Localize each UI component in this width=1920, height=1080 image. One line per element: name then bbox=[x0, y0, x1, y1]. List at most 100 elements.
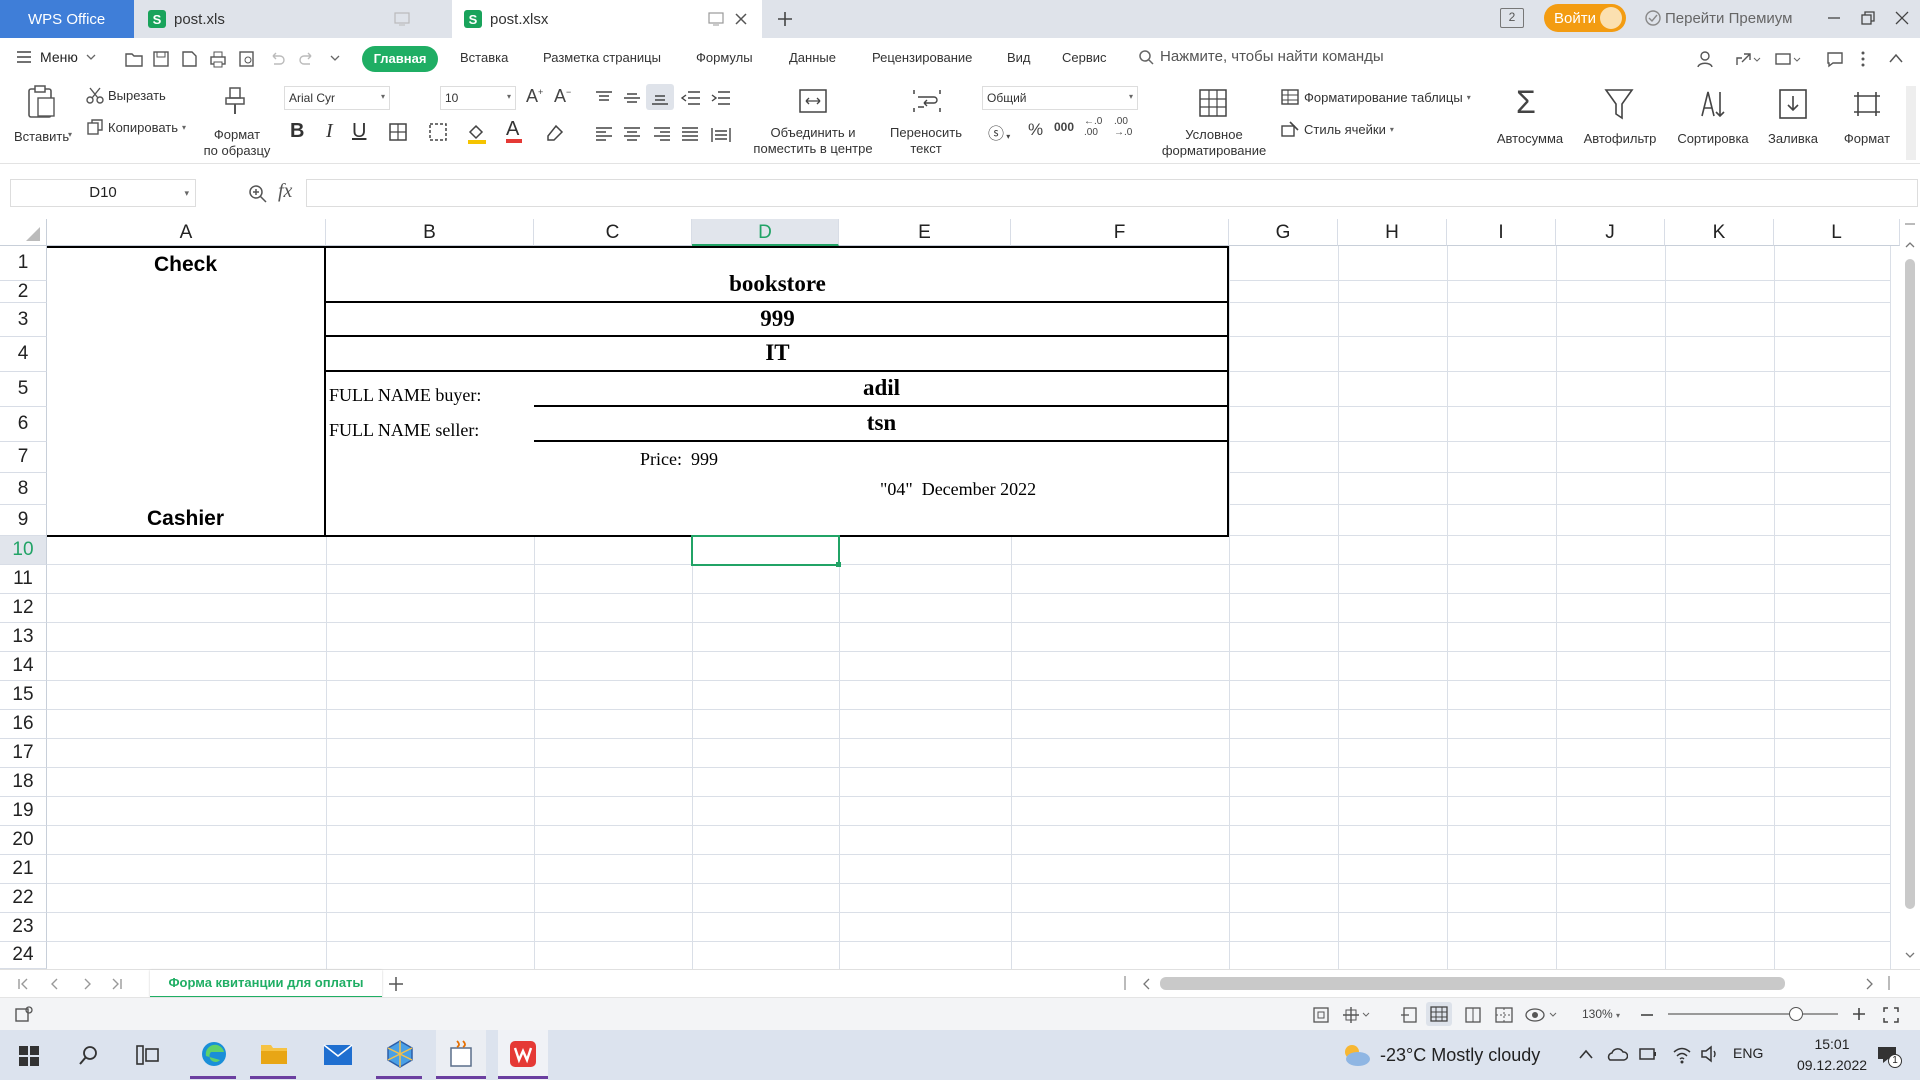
column-header-j[interactable]: J bbox=[1556, 219, 1665, 246]
tab-wps-office[interactable]: WPS Office bbox=[0, 0, 134, 38]
row-header-24[interactable]: 24 bbox=[0, 942, 47, 969]
cell-b3-number[interactable]: 999 bbox=[326, 306, 1229, 332]
close-window-icon[interactable] bbox=[1894, 10, 1910, 26]
borders-icon[interactable] bbox=[388, 122, 410, 142]
column-header-g[interactable]: G bbox=[1229, 219, 1338, 246]
freeze-icon[interactable] bbox=[1342, 1006, 1370, 1024]
column-header-a[interactable]: A bbox=[47, 219, 326, 246]
tab-formulas[interactable]: Формулы bbox=[696, 50, 753, 65]
window-icon[interactable] bbox=[708, 12, 724, 26]
tab-home[interactable]: Главная bbox=[362, 46, 438, 72]
copy-button[interactable]: Копировать ▾ bbox=[86, 118, 186, 136]
app-cube[interactable] bbox=[376, 1030, 422, 1080]
wrap-text-button[interactable]: Переносить текст bbox=[884, 84, 968, 160]
vertical-scroll-thumb[interactable] bbox=[1905, 259, 1915, 909]
distributed-align-icon[interactable] bbox=[710, 126, 732, 144]
cell-price[interactable]: Price: 999 bbox=[640, 449, 718, 470]
restore-icon[interactable] bbox=[1860, 10, 1876, 26]
print-icon[interactable] bbox=[208, 50, 228, 68]
command-search[interactable]: Нажмите, чтобы найти команды bbox=[1138, 48, 1384, 65]
formula-input[interactable] bbox=[306, 179, 1918, 207]
clock[interactable]: 15:01 09.12.2022 bbox=[1794, 1034, 1870, 1076]
cell-b6-seller-label[interactable]: FULL NAME seller: bbox=[329, 420, 479, 441]
format-button[interactable]: Формат bbox=[1834, 84, 1900, 160]
onedrive-icon[interactable] bbox=[1606, 1045, 1628, 1063]
scroll-right-icon[interactable] bbox=[1864, 978, 1874, 990]
select-all-corner[interactable] bbox=[0, 219, 47, 246]
cell-c5-buyer-value[interactable]: adil bbox=[534, 375, 1229, 401]
cell-b5-buyer-label[interactable]: FULL NAME buyer: bbox=[329, 385, 481, 406]
row-header-7[interactable]: 7 bbox=[0, 442, 47, 473]
tab-review[interactable]: Рецензирование bbox=[872, 50, 972, 65]
indent-decrease-icon[interactable] bbox=[680, 90, 702, 106]
increase-decimal-icon[interactable]: ←.0.00 bbox=[1084, 116, 1102, 138]
horizontal-scroll-thumb[interactable] bbox=[1160, 977, 1785, 990]
close-tab-icon[interactable] bbox=[734, 12, 748, 26]
zoom-in-icon[interactable] bbox=[1852, 1007, 1866, 1021]
task-view-icon[interactable] bbox=[136, 1044, 160, 1066]
row-header-20[interactable]: 20 bbox=[0, 826, 47, 855]
bold-icon[interactable]: B bbox=[290, 120, 304, 143]
cell-a1-check[interactable]: Check bbox=[47, 253, 324, 277]
row-header-14[interactable]: 14 bbox=[0, 652, 47, 681]
language-indicator[interactable]: ENG bbox=[1733, 1045, 1763, 1061]
row-header-4[interactable]: 4 bbox=[0, 337, 47, 372]
sheet-tab-active[interactable]: Форма квитанции для оплаты bbox=[150, 970, 382, 998]
row-header-6[interactable]: 6 bbox=[0, 407, 47, 442]
row-header-11[interactable]: 11 bbox=[0, 565, 47, 594]
justify-icon[interactable] bbox=[680, 126, 700, 142]
decrease-decimal-icon[interactable]: .00 →.0 bbox=[1114, 116, 1132, 138]
tab-post-xlsx[interactable]: S post.xlsx bbox=[452, 0, 762, 38]
format-painter-button[interactable]: Формат по образцу bbox=[200, 84, 272, 160]
row-header-5[interactable]: 5 bbox=[0, 372, 47, 407]
taskbar-search-icon[interactable] bbox=[78, 1044, 100, 1066]
ribbon-scroll[interactable] bbox=[1906, 86, 1916, 160]
column-header-l[interactable]: L bbox=[1774, 219, 1900, 246]
scroll-down-icon[interactable] bbox=[1905, 951, 1915, 959]
battery-icon[interactable] bbox=[1638, 1046, 1658, 1062]
notifications-button[interactable]: 1 bbox=[1870, 1042, 1904, 1070]
underline-icon[interactable]: U bbox=[352, 120, 366, 143]
tab-view[interactable]: Вид bbox=[1007, 50, 1031, 65]
weather-widget[interactable]: -23°C Mostly cloudy bbox=[1340, 1042, 1540, 1068]
cell-b2-bookstore[interactable]: bookstore bbox=[326, 271, 1229, 297]
redo-icon[interactable] bbox=[298, 50, 316, 68]
tab-page-layout[interactable]: Разметка страницы bbox=[543, 50, 661, 65]
cell-fill-style-icon[interactable] bbox=[428, 122, 450, 142]
page-layout-view-icon[interactable] bbox=[1464, 1006, 1482, 1024]
first-sheet-icon[interactable] bbox=[16, 977, 30, 991]
zoom-slider[interactable] bbox=[1668, 1007, 1838, 1021]
print-preview-icon[interactable] bbox=[238, 50, 256, 68]
explorer-app[interactable] bbox=[250, 1030, 296, 1080]
row-header-21[interactable]: 21 bbox=[0, 855, 47, 884]
fx-icon[interactable]: fx bbox=[278, 180, 292, 203]
tab-insert[interactable]: Вставка bbox=[460, 50, 508, 65]
comment-icon[interactable] bbox=[1826, 50, 1844, 68]
fill-color-icon[interactable] bbox=[466, 122, 488, 144]
italic-icon[interactable]: I bbox=[326, 120, 333, 143]
row-header-23[interactable]: 23 bbox=[0, 913, 47, 942]
thousands-separator-icon[interactable]: 000 bbox=[1054, 120, 1074, 134]
page-break-view-icon[interactable] bbox=[1494, 1006, 1514, 1024]
next-sheet-icon[interactable] bbox=[80, 977, 94, 991]
row-header-19[interactable]: 19 bbox=[0, 797, 47, 826]
sort-button[interactable]: Сортировка bbox=[1670, 84, 1756, 160]
row-header-10[interactable]: 10 bbox=[0, 536, 47, 565]
row-header-15[interactable]: 15 bbox=[0, 681, 47, 710]
column-header-d[interactable]: D bbox=[692, 219, 839, 246]
normal-view-button[interactable] bbox=[1426, 1002, 1452, 1026]
cell-style-button[interactable]: Стиль ячейки ▾ bbox=[1280, 120, 1394, 138]
align-left-icon[interactable] bbox=[594, 126, 614, 142]
column-header-k[interactable]: K bbox=[1665, 219, 1774, 246]
premium-link[interactable]: Перейти Премиум bbox=[1644, 9, 1792, 27]
decrease-font-icon[interactable]: A− bbox=[554, 86, 571, 107]
cell-c6-seller-value[interactable]: tsn bbox=[534, 410, 1229, 436]
minimize-icon[interactable] bbox=[1826, 10, 1842, 26]
volume-icon[interactable] bbox=[1700, 1044, 1720, 1064]
indent-increase-icon[interactable] bbox=[710, 90, 732, 106]
vertical-scrollbar[interactable] bbox=[1900, 219, 1920, 969]
macro-icon[interactable] bbox=[14, 1005, 34, 1023]
currency-icon[interactable]: ⓢ ▾ bbox=[988, 120, 1010, 144]
scroll-up-icon[interactable] bbox=[1905, 241, 1915, 249]
new-tab-plus-icon[interactable] bbox=[776, 10, 794, 28]
